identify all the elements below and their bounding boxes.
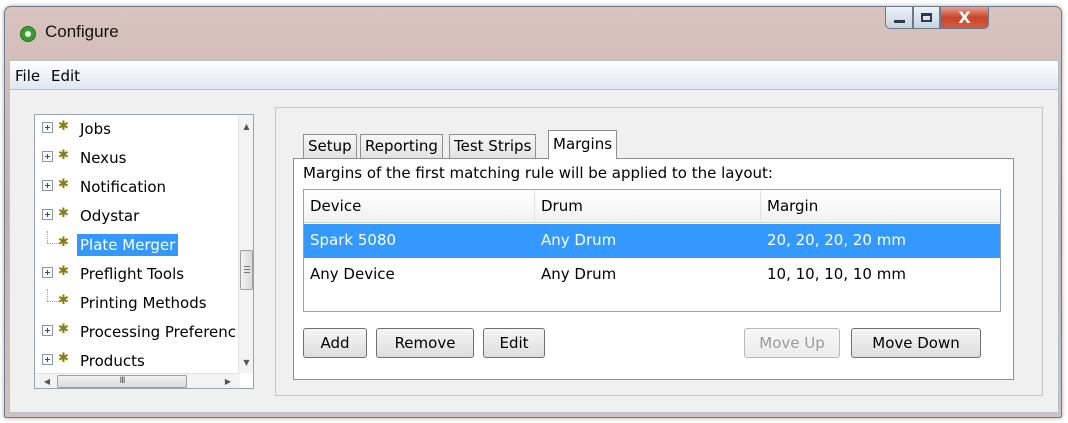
scroll-down-icon[interactable]: ▼: [239, 355, 254, 371]
app-icon: [20, 26, 36, 42]
tree-item-label: Notification: [80, 178, 167, 196]
tree-item-label: Preflight Tools: [80, 265, 185, 283]
margins-table: Device Drum Margin Spark 5080 Any Drum 2…: [303, 189, 1001, 312]
tree-vertical-scrollbar[interactable]: ▲ ▼: [238, 115, 253, 373]
menu-bar: File Edit: [9, 60, 1059, 90]
table-header: Device Drum Margin: [304, 190, 1000, 223]
tree-item[interactable]: ✱ Notification: [35, 173, 240, 202]
tree-item-label: Plate Merger: [77, 234, 179, 256]
add-button[interactable]: Add: [303, 328, 367, 358]
gear-icon: ✱: [58, 119, 69, 134]
tree-item-label: Jobs: [80, 120, 111, 138]
tree-horizontal-scrollbar[interactable]: ◀ III ▶: [35, 373, 240, 388]
tree-item[interactable]: ✱ Processing Preferenc: [35, 318, 240, 347]
grip-line: [244, 266, 250, 267]
scroll-left-icon[interactable]: ◀: [39, 374, 55, 389]
tab-reporting[interactable]: Reporting: [360, 134, 443, 158]
gear-icon: ✱: [58, 264, 69, 279]
remove-button[interactable]: Remove: [376, 328, 474, 358]
window-title: Configure: [45, 22, 119, 41]
tab-test-strips[interactable]: Test Strips: [449, 134, 537, 158]
tree-item[interactable]: ✱ Products: [35, 347, 240, 373]
tree-item[interactable]: ✱ Odystar: [35, 202, 240, 231]
tree-item-label: Processing Preferenc: [80, 323, 237, 341]
configure-window: Configure X File Edit ✱ Jobs ✱ Nexus ✱ Notifi…: [4, 6, 1062, 418]
column-header-margin[interactable]: Margin: [767, 197, 818, 215]
tab-setup[interactable]: Setup: [303, 134, 357, 158]
content-area: ✱ Jobs ✱ Nexus ✱ Notification ✱ Odystar ✱ Plate M…: [9, 90, 1059, 413]
tree-connector: [47, 231, 48, 243]
column-header-device[interactable]: Device: [310, 197, 361, 215]
cell-device: Spark 5080: [310, 231, 397, 249]
category-tree: ✱ Jobs ✱ Nexus ✱ Notification ✱ Odystar ✱ Plate M…: [34, 114, 254, 389]
expand-icon[interactable]: [42, 151, 53, 162]
minimize-button[interactable]: [885, 7, 913, 29]
column-header-drum[interactable]: Drum: [541, 197, 583, 215]
tree-item[interactable]: ✱ Printing Methods: [35, 289, 240, 318]
tree-item[interactable]: ✱ Jobs: [35, 115, 240, 144]
tree-item[interactable]: ✱ Preflight Tools: [35, 260, 240, 289]
cell-margin: 20, 20, 20, 20 mm: [767, 231, 906, 249]
expand-icon[interactable]: [42, 209, 53, 220]
gear-icon: ✱: [58, 235, 69, 250]
horizontal-scroll-thumb[interactable]: III: [57, 375, 187, 388]
move-down-button[interactable]: Move Down: [851, 328, 981, 358]
expand-icon[interactable]: [42, 354, 53, 365]
tree-connector: [47, 289, 48, 301]
cell-device: Any Device: [310, 265, 395, 283]
margins-description: Margins of the first matching rule will …: [303, 164, 773, 182]
grip-line: [244, 272, 250, 273]
settings-panel: Setup Reporting Test Strips Margins Marg…: [275, 107, 1043, 396]
scroll-thumb[interactable]: [240, 250, 253, 290]
tree-item-label: Products: [80, 352, 145, 370]
tree-item[interactable]: ✱ Plate Merger: [35, 231, 240, 260]
gear-icon: ✱: [58, 351, 69, 366]
title-bar[interactable]: Configure X: [5, 7, 1061, 59]
expand-icon[interactable]: [42, 122, 53, 133]
table-row[interactable]: Spark 5080 Any Drum 20, 20, 20, 20 mm: [304, 224, 1000, 258]
tab-margins[interactable]: Margins: [548, 130, 618, 159]
expand-icon[interactable]: [42, 325, 53, 336]
scroll-up-icon[interactable]: ▲: [239, 119, 254, 135]
tree-item-label: Printing Methods: [80, 294, 207, 312]
menu-edit[interactable]: Edit: [51, 67, 80, 85]
minimize-icon: [893, 20, 905, 23]
tree-item-label: Odystar: [80, 207, 140, 225]
edit-button[interactable]: Edit: [483, 328, 545, 358]
expand-icon[interactable]: [42, 267, 53, 278]
grip-line: [244, 269, 250, 270]
move-up-button[interactable]: Move Up: [744, 328, 840, 358]
close-button[interactable]: X: [940, 7, 989, 29]
maximize-icon: [921, 13, 932, 22]
expand-icon[interactable]: [42, 180, 53, 191]
gear-icon: ✱: [58, 177, 69, 192]
cell-drum: Any Drum: [541, 231, 617, 249]
gear-icon: ✱: [58, 293, 69, 308]
tree-rows: ✱ Jobs ✱ Nexus ✱ Notification ✱ Odystar ✱ Plate M…: [35, 115, 240, 373]
tree-item-label: Nexus: [80, 149, 127, 167]
gear-icon: ✱: [58, 322, 69, 337]
tree-item[interactable]: ✱ Nexus: [35, 144, 240, 173]
menu-file[interactable]: File: [15, 67, 40, 85]
table-row[interactable]: Any Device Any Drum 10, 10, 10, 10 mm: [304, 258, 1000, 292]
close-icon: X: [958, 7, 971, 27]
column-divider: [760, 190, 761, 223]
gear-icon: ✱: [58, 206, 69, 221]
maximize-button[interactable]: [913, 7, 940, 29]
cell-margin: 10, 10, 10, 10 mm: [767, 265, 906, 283]
gear-icon: ✱: [58, 148, 69, 163]
scroll-right-icon[interactable]: ▶: [220, 374, 236, 389]
margins-tab-page: Margins of the first matching rule will …: [293, 158, 1014, 380]
cell-drum: Any Drum: [541, 265, 617, 283]
column-divider: [534, 190, 535, 223]
